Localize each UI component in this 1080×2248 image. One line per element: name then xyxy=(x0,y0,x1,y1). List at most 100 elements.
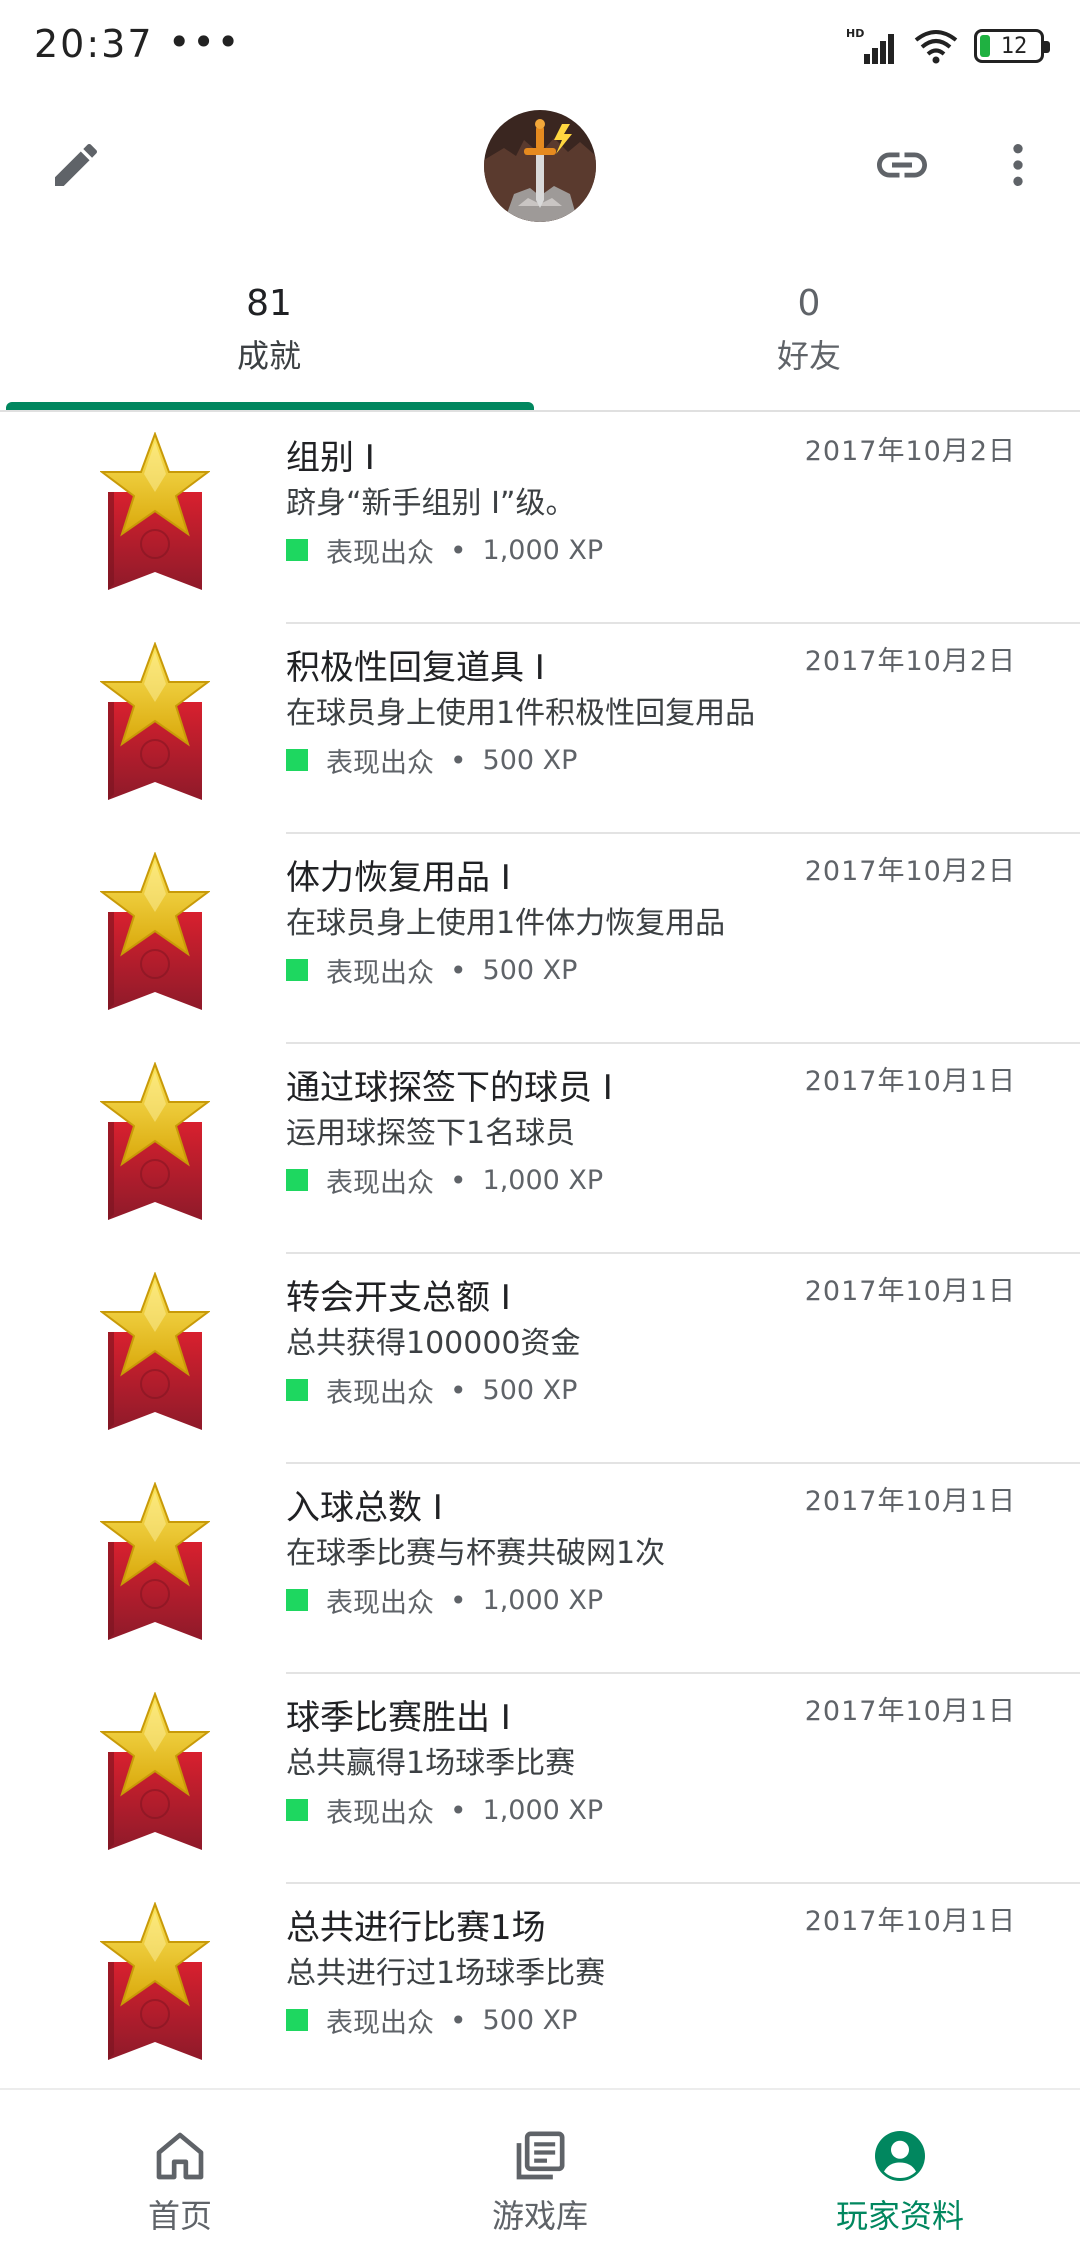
achievement-meta: 表现出众 • 1,000 XP xyxy=(286,1790,603,1830)
achievements-count: 81 xyxy=(246,283,292,324)
achievement-title: 积极性回复道具 I xyxy=(286,648,545,688)
achievement-item[interactable]: 转会开支总额 I 2017年10月1日 总共获得100000资金 表现出众 • … xyxy=(0,1254,1080,1464)
achievement-title: 球季比赛胜出 I xyxy=(286,1698,511,1738)
achievement-list[interactable]: 组别 I 2017年10月2日 跻身“新手组别 I”级。 表现出众 • 1,00… xyxy=(0,414,1080,2086)
achievement-xp: 1,000 XP xyxy=(482,1794,604,1826)
bottom-navigation: 首页 游戏库 玩家资料 xyxy=(0,2088,1080,2248)
achievement-meta: 表现出众 • 500 XP xyxy=(286,740,577,780)
achievement-badge-icon xyxy=(101,1693,209,1851)
achievement-meta: 表现出众 • 500 XP xyxy=(286,2000,577,2040)
achievement-badge-icon xyxy=(101,1273,209,1431)
nav-library-label: 游戏库 xyxy=(491,2197,588,2235)
achievement-details: 积极性回复道具 I 2017年10月2日 在球员身上使用1件积极性回复用品 表现… xyxy=(286,624,1080,834)
achievement-rarity: 表现出众 xyxy=(326,2007,434,2039)
battery-icon: 12 xyxy=(974,29,1050,63)
achievement-meta: 表现出众 • 500 XP xyxy=(286,1370,577,1410)
nav-player-profile-label: 玩家资料 xyxy=(835,2197,964,2235)
achievement-description: 运用球探签下1名球员 xyxy=(286,1116,576,1151)
profile-app-bar xyxy=(0,100,1080,230)
achievement-date: 2017年10月1日 xyxy=(804,1066,1016,1097)
achievement-badge-icon xyxy=(101,1903,209,2061)
achievement-badge-icon xyxy=(101,1063,209,1221)
achievement-details: 总共进行比赛1场 2017年10月1日 总共进行过1场球季比赛 表现出众 • 5… xyxy=(286,1884,1080,2086)
home-icon xyxy=(150,2126,210,2186)
achievement-description: 跻身“新手组别 I”级。 xyxy=(286,486,576,521)
battery-level-text: 12 xyxy=(1000,33,1028,59)
separator-dot: • xyxy=(450,2003,467,2037)
achievement-date: 2017年10月2日 xyxy=(804,646,1016,677)
rarity-square-icon xyxy=(286,1799,308,1821)
achievement-xp: 1,000 XP xyxy=(482,1584,604,1616)
rarity-square-icon xyxy=(286,2009,308,2031)
pencil-icon xyxy=(55,143,98,186)
achievement-item[interactable]: 入球总数 I 2017年10月1日 在球季比赛与杯赛共破网1次 表现出众 • 1… xyxy=(0,1464,1080,1674)
separator-dot: • xyxy=(450,743,467,777)
rarity-square-icon xyxy=(286,1589,308,1611)
rarity-square-icon xyxy=(286,539,308,561)
achievement-xp: 500 XP xyxy=(482,1374,578,1406)
achievement-meta: 表现出众 • 1,000 XP xyxy=(286,530,603,570)
more-vert-icon xyxy=(1013,144,1023,186)
achievement-rarity: 表现出众 xyxy=(326,1167,434,1199)
edit-profile-button[interactable] xyxy=(36,125,116,205)
nav-home[interactable]: 首页 xyxy=(0,2090,360,2248)
achievement-xp: 500 XP xyxy=(482,744,578,776)
achievement-xp: 1,000 XP xyxy=(482,534,604,566)
nav-home-label: 首页 xyxy=(147,2197,212,2235)
separator-dot: • xyxy=(450,1793,467,1827)
rarity-square-icon xyxy=(286,749,308,771)
achievement-rarity: 表现出众 xyxy=(326,537,434,569)
tab-achievements[interactable]: 81 成就 xyxy=(0,270,538,410)
achievement-item[interactable]: 球季比赛胜出 I 2017年10月1日 总共赢得1场球季比赛 表现出众 • 1,… xyxy=(0,1674,1080,1884)
achievement-badge-icon xyxy=(101,1483,209,1641)
achievement-date: 2017年10月2日 xyxy=(804,856,1016,887)
achievement-item[interactable]: 积极性回复道具 I 2017年10月2日 在球员身上使用1件积极性回复用品 表现… xyxy=(0,624,1080,834)
achievement-description: 总共赢得1场球季比赛 xyxy=(286,1746,576,1781)
wifi-icon xyxy=(914,30,958,64)
achievement-title: 体力恢复用品 I xyxy=(286,858,511,898)
achievement-date: 2017年10月1日 xyxy=(804,1486,1016,1517)
achievement-meta: 表现出众 • 500 XP xyxy=(286,950,577,990)
nav-library[interactable]: 游戏库 xyxy=(360,2090,720,2248)
separator-dot: • xyxy=(450,1583,467,1617)
separator-dot: • xyxy=(450,1163,467,1197)
achievement-item[interactable]: 通过球探签下的球员 I 2017年10月1日 运用球探签下1名球员 表现出众 •… xyxy=(0,1044,1080,1254)
separator-dot: • xyxy=(450,953,467,987)
achievement-meta: 表现出众 • 1,000 XP xyxy=(286,1580,603,1620)
status-icons: HD 12 xyxy=(846,24,1050,68)
achievement-rarity: 表现出众 xyxy=(326,1377,434,1409)
status-notification-dots: ••• xyxy=(168,20,242,64)
achievement-badge-icon xyxy=(101,433,209,591)
achievement-description: 总共进行过1场球季比赛 xyxy=(286,1956,606,1991)
network-type-label: HD xyxy=(846,27,864,40)
tab-friends[interactable]: 0 好友 xyxy=(540,270,1078,410)
achievement-date: 2017年10月1日 xyxy=(804,1276,1016,1307)
achievement-item[interactable]: 总共进行比赛1场 2017年10月1日 总共进行过1场球季比赛 表现出众 • 5… xyxy=(0,1884,1080,2086)
player-avatar[interactable] xyxy=(484,110,596,222)
achievement-badge-icon xyxy=(101,853,209,1011)
achievement-title: 转会开支总额 I xyxy=(286,1278,511,1318)
achievement-rarity: 表现出众 xyxy=(326,1797,434,1829)
achievement-details: 体力恢复用品 I 2017年10月2日 在球员身上使用1件体力恢复用品 表现出众… xyxy=(286,834,1080,1044)
achievement-description: 在球季比赛与杯赛共破网1次 xyxy=(286,1536,666,1571)
separator-dot: • xyxy=(450,1373,467,1407)
achievement-description: 在球员身上使用1件积极性回复用品 xyxy=(286,696,756,731)
achievement-xp: 500 XP xyxy=(482,2004,578,2036)
achievement-title: 入球总数 I xyxy=(286,1488,443,1528)
link-account-button[interactable] xyxy=(862,125,942,205)
achievement-item[interactable]: 组别 I 2017年10月2日 跻身“新手组别 I”级。 表现出众 • 1,00… xyxy=(0,414,1080,624)
achievement-details: 球季比赛胜出 I 2017年10月1日 总共赢得1场球季比赛 表现出众 • 1,… xyxy=(286,1674,1080,1884)
achievement-details: 转会开支总额 I 2017年10月1日 总共获得100000资金 表现出众 • … xyxy=(286,1254,1080,1464)
signal-icon: HD xyxy=(846,27,894,64)
achievement-meta: 表现出众 • 1,000 XP xyxy=(286,1160,603,1200)
achievement-rarity: 表现出众 xyxy=(326,747,434,779)
achievement-details: 通过球探签下的球员 I 2017年10月1日 运用球探签下1名球员 表现出众 •… xyxy=(286,1044,1080,1254)
achievement-item[interactable]: 体力恢复用品 I 2017年10月2日 在球员身上使用1件体力恢复用品 表现出众… xyxy=(0,834,1080,1044)
more-options-button[interactable] xyxy=(978,125,1058,205)
account-circle-icon xyxy=(870,2126,930,2186)
achievements-tab-label: 成就 xyxy=(236,337,301,375)
library-icon xyxy=(510,2126,570,2186)
friends-count: 0 xyxy=(797,283,821,324)
achievement-rarity: 表现出众 xyxy=(326,1587,434,1619)
nav-player-profile[interactable]: 玩家资料 xyxy=(720,2090,1080,2248)
